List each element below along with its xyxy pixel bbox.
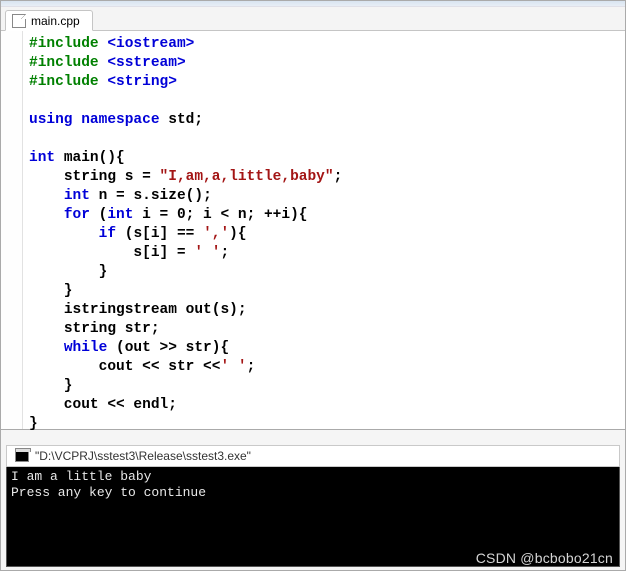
code-content: #include <iostream> #include <sstream> #… [23,31,625,429]
console-icon [15,450,29,462]
watermark: CSDN @bcbobo21cn [476,550,613,566]
file-tab-label: main.cpp [31,14,80,28]
editor-gutter [1,31,23,429]
file-tab-main-cpp[interactable]: main.cpp [5,10,93,31]
tab-bar: main.cpp [1,7,625,30]
panel-gap [1,430,625,445]
console-title-text: "D:\VCPRJ\sstest3\Release\sstest3.exe" [35,449,251,463]
console-title-bar[interactable]: "D:\VCPRJ\sstest3\Release\sstest3.exe" [6,445,620,467]
code-editor[interactable]: #include <iostream> #include <sstream> #… [1,30,625,430]
pp-include: #include [29,36,99,52]
console-line-2: Press any key to continue [11,485,206,500]
console-line-1: I am a little baby [11,469,151,484]
file-icon [12,14,26,28]
